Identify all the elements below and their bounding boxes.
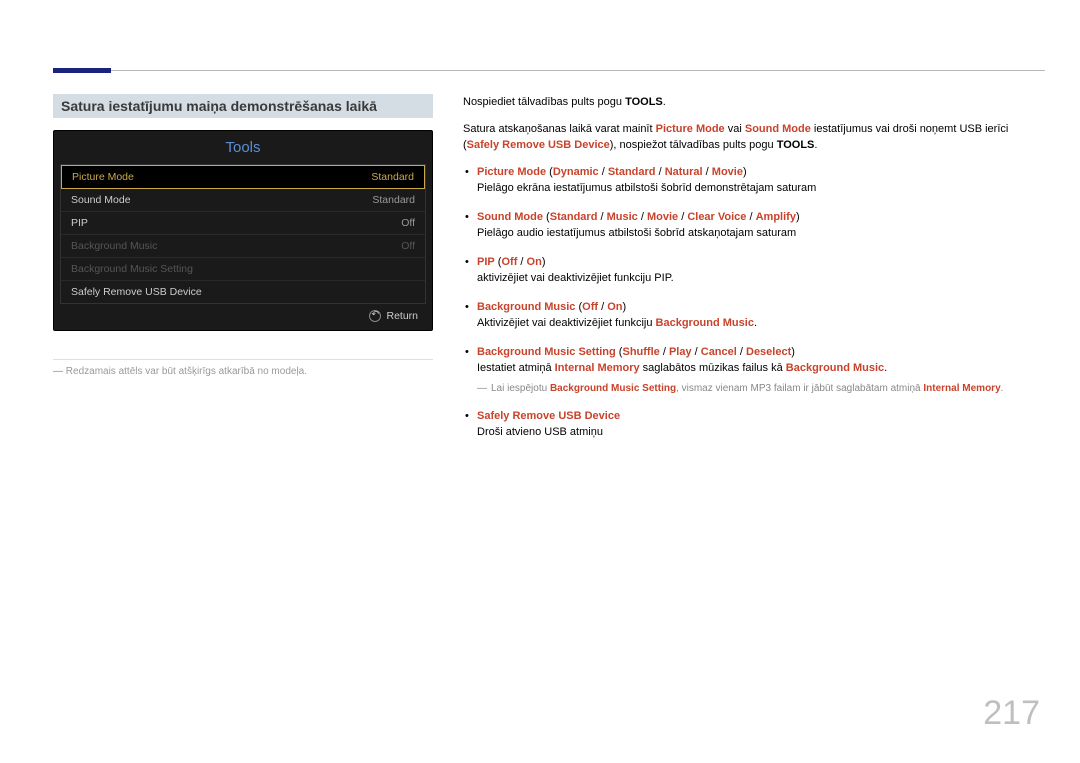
tools-row-picture-mode[interactable]: Picture Mode Standard [61,165,425,189]
t: Safely Remove USB Device [477,410,620,422]
t: vai [725,123,745,135]
item-pip: PIP (Off / On) aktivizējiet vai deaktivi… [463,254,1045,287]
item-sound-mode: Sound Mode (Standard / Music / Movie / C… [463,209,1045,242]
row-value: Standard [371,171,414,183]
t: PIP [477,256,495,268]
t: Aktivizējiet vai deaktivizējiet funkciju [477,317,656,329]
t: Background Music Setting [477,346,616,358]
t: Internal Memory [923,383,1000,394]
t: saglabātos mūzikas failus kā [640,362,786,374]
t: Nospiediet tālvadības pults pogu [463,96,625,108]
tools-row-safely-remove[interactable]: Safely Remove USB Device [61,281,425,303]
t: TOOLS [777,139,815,151]
t: Standard [608,166,656,178]
row-label: Sound Mode [71,194,131,206]
settings-list: Picture Mode (Dynamic / Standard / Natur… [463,164,1045,441]
tools-row-pip[interactable]: PIP Off [61,212,425,235]
row-label: PIP [71,217,88,229]
section-title: Satura iestatījumu maiņa demonstrēšanas … [53,94,433,118]
item-bg-music-setting: Background Music Setting (Shuffle / Play… [463,344,1045,396]
t: . [754,317,757,329]
t: Background Music Setting [550,383,676,394]
tools-row-bg-music-setting: Background Music Setting [61,258,425,281]
row-label: Background Music Setting [71,263,193,275]
row-value: Off [401,240,415,252]
row-label: Picture Mode [72,171,134,183]
row-value: Off [401,217,415,229]
t: Background Music [786,362,884,374]
t: Picture Mode [656,123,725,135]
tools-row-bg-music: Background Music Off [61,235,425,258]
t: Droši atvieno USB atmiņu [477,426,603,438]
t: Off [582,301,598,313]
tools-title: Tools [54,131,432,164]
item-bg-music: Background Music (Off / On) Aktivizējiet… [463,299,1045,332]
return-icon [369,310,381,322]
t: On [607,301,622,313]
tools-list: Picture Mode Standard Sound Mode Standar… [60,164,426,304]
top-accent [53,68,111,73]
t: Off [501,256,517,268]
page-number: 217 [983,694,1040,733]
t: Movie [712,166,743,178]
t: , vismaz vienam MP3 failam ir jābūt sagl… [676,383,923,394]
t: . [1001,383,1004,394]
t: Shuffle [622,346,659,358]
row-label: Background Music [71,240,157,252]
tools-panel: Tools Picture Mode Standard Sound Mode S… [53,130,433,331]
t: Standard [550,211,598,223]
t: Background Music [477,301,575,313]
note: Lai iespējotu Background Music Setting, … [477,381,1045,396]
t: Satura atskaņošanas laikā varat mainīt [463,123,656,135]
item-safely-remove: Safely Remove USB Device Droši atvieno U… [463,408,1045,441]
t: Background Music [656,317,754,329]
row-label: Safely Remove USB Device [71,286,202,298]
t: Deselect [746,346,791,358]
intro-line-2: Satura atskaņošanas laikā varat mainīt P… [463,121,1045,154]
t: aktivizējiet vai deaktivizējiet funkciju… [477,272,674,284]
t: . [814,139,817,151]
top-rule [53,70,1045,71]
left-column: Satura iestatījumu maiņa demonstrēšanas … [53,94,433,453]
t: Pielāgo ekrāna iestatījumus atbilstoši š… [477,182,816,194]
item-picture-mode: Picture Mode (Dynamic / Standard / Natur… [463,164,1045,197]
right-column: Nospiediet tālvadības pults pogu TOOLS. … [463,94,1045,453]
t: Internal Memory [555,362,640,374]
intro-line-1: Nospiediet tālvadības pults pogu TOOLS. [463,94,1045,111]
content: Satura iestatījumu maiņa demonstrēšanas … [53,94,1045,453]
t: Natural [665,166,703,178]
t: On [527,256,542,268]
image-caption: Redzamais attēls var būt atšķirīgs atkar… [53,359,433,377]
t: . [884,362,887,374]
t: Clear Voice [687,211,746,223]
tools-row-sound-mode[interactable]: Sound Mode Standard [61,189,425,212]
t: Cancel [701,346,737,358]
return-label: Return [386,310,418,322]
t: Movie [647,211,678,223]
t: Lai iespējotu [491,383,550,394]
t: Pielāgo audio iestatījumus atbilstoši šo… [477,227,796,239]
t: Picture Mode [477,166,546,178]
t: . [663,96,666,108]
t: Amplify [756,211,796,223]
t: Sound Mode [745,123,811,135]
t: Sound Mode [477,211,543,223]
t: Play [669,346,692,358]
t: Music [607,211,638,223]
t: TOOLS [625,96,663,108]
row-value: Standard [372,194,415,206]
return-row[interactable]: Return [54,304,432,324]
t: Iestatiet atmiņā [477,362,555,374]
t: Dynamic [553,166,599,178]
t: Safely Remove USB Device [467,139,610,151]
t: ), nospiežot tālvadības pults pogu [610,139,777,151]
